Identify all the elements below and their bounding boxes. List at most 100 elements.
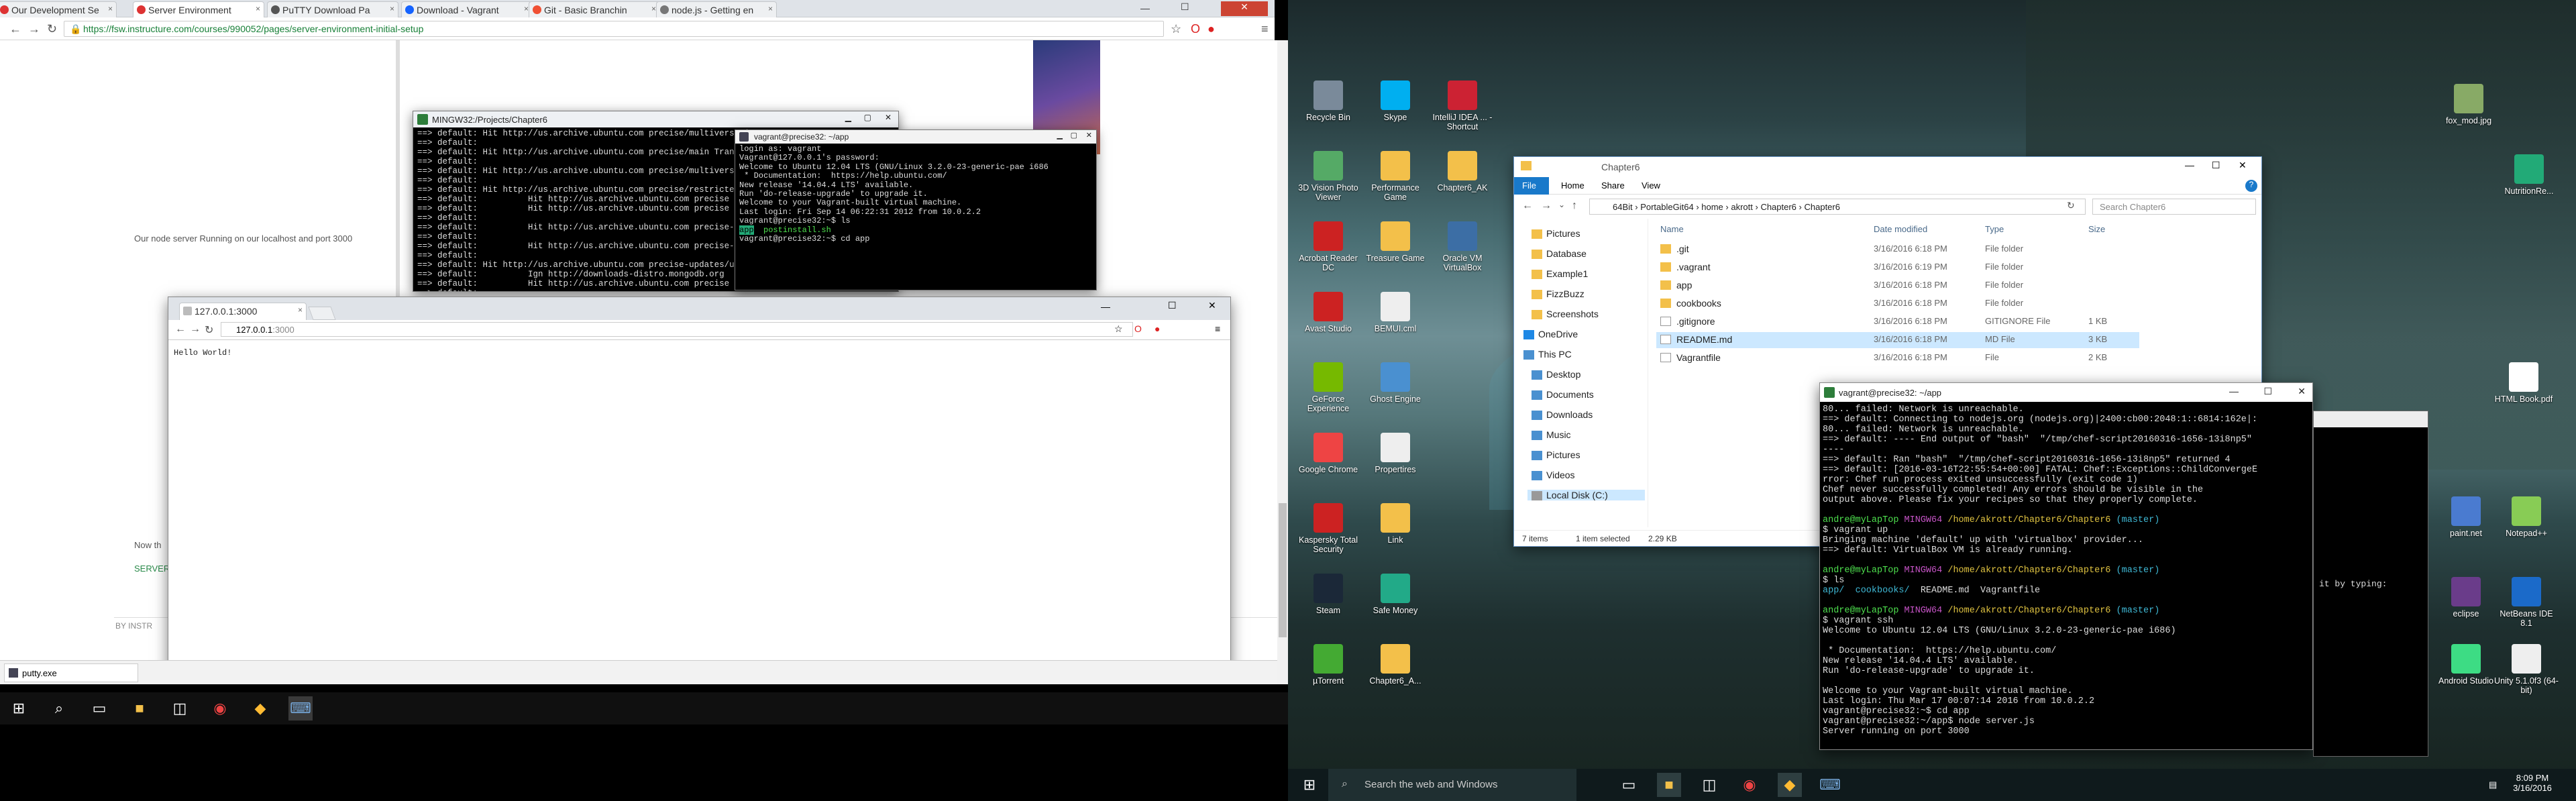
maximize-icon[interactable]: ☐ — [1181, 1, 1189, 13]
breadcrumb[interactable]: 64Bit › PortableGit64 › home › akrott › … — [1589, 199, 2086, 215]
desktop-icon[interactable]: HTML Book.pdf — [2490, 362, 2557, 404]
chrome-icon[interactable]: ◉ — [208, 696, 232, 720]
desktop-icon[interactable]: Chapter6_AK — [1429, 151, 1496, 193]
maximize-icon[interactable]: ▢ — [864, 113, 871, 122]
back-icon[interactable]: ← — [175, 323, 186, 335]
maximize-icon[interactable]: ▢ — [1071, 131, 1077, 140]
task-view-icon[interactable]: ▭ — [1617, 773, 1641, 797]
desktop-icon[interactable]: Chapter6_A... — [1362, 644, 1429, 686]
desktop-icon[interactable]: Google Chrome — [1295, 433, 1362, 474]
column-date[interactable]: Date modified — [1874, 224, 1927, 234]
new-tab-button[interactable] — [308, 307, 336, 320]
forward-icon[interactable]: → — [28, 22, 40, 36]
nav-item[interactable]: Example1 — [1527, 268, 1588, 279]
tab-localhost[interactable]: 127.0.0.1:3000 × — [179, 303, 307, 320]
clock[interactable]: 8:09 PM 3/16/2016 — [2502, 773, 2563, 793]
opera-icon[interactable]: O — [1191, 22, 1200, 36]
maximize-icon[interactable]: ☐ — [2212, 160, 2220, 171]
nav-item[interactable]: Pictures — [1527, 228, 1580, 239]
minimize-icon[interactable]: ▁ — [845, 113, 851, 122]
minimize-icon[interactable]: — — [1101, 301, 1110, 312]
desktop-icon[interactable]: Propertires — [1362, 433, 1429, 474]
tab-putty-download[interactable]: PuTTY Download Pa × — [267, 1, 398, 17]
desktop-icon[interactable]: IntelliJ IDEA ... - Shortcut — [1429, 81, 1496, 131]
desktop-icon[interactable]: Notepad++ — [2493, 496, 2560, 538]
windows-start-icon[interactable]: ⊞ — [1297, 773, 1322, 797]
chrome-icon[interactable]: ◉ — [1737, 773, 1762, 797]
desktop-icon[interactable]: Android Studio — [2432, 644, 2500, 686]
close-icon[interactable]: × — [390, 4, 394, 13]
nav-item[interactable]: Local Disk (C:) — [1527, 490, 1645, 500]
git-icon[interactable]: ◆ — [248, 696, 272, 720]
minimize-icon[interactable]: ▁ — [1057, 131, 1063, 140]
star-icon[interactable]: ☆ — [1114, 323, 1123, 335]
column-name[interactable]: Name — [1660, 224, 1684, 234]
forward-icon[interactable]: → — [190, 323, 201, 335]
maximize-icon[interactable]: ☐ — [1168, 300, 1177, 311]
back-icon[interactable]: ← — [9, 22, 21, 36]
desktop-icon[interactable]: GeForce Experience — [1295, 362, 1362, 413]
close-icon[interactable]: × — [298, 305, 303, 315]
desktop-icon[interactable]: Oracle VM VirtualBox — [1429, 221, 1496, 272]
nav-item[interactable]: Database — [1527, 248, 1587, 259]
search-icon[interactable]: ⌕ — [47, 696, 71, 720]
notifications-icon[interactable]: ▤ — [2489, 780, 2497, 790]
tab-git-branching[interactable]: Git - Basic Branchin × — [529, 1, 660, 17]
desktop-icon[interactable]: Treasure Game — [1362, 221, 1429, 263]
nav-item[interactable]: Music — [1527, 429, 1571, 440]
adblock-icon[interactable]: ● — [1155, 323, 1160, 334]
desktop-icon[interactable]: paint.net — [2432, 496, 2500, 538]
close-icon[interactable]: ✕ — [885, 113, 892, 122]
reload-icon[interactable]: ↻ — [205, 323, 213, 337]
desktop-icon[interactable]: Recycle Bin — [1295, 81, 1362, 122]
tab-our-development[interactable]: Our Development Se × — [0, 1, 117, 17]
tab-home[interactable]: Home — [1561, 180, 1585, 191]
store-icon[interactable]: ◫ — [1697, 773, 1721, 797]
desktop-icon[interactable]: 3D Vision Photo Viewer — [1295, 151, 1362, 202]
minimize-icon[interactable]: — — [2229, 386, 2239, 396]
nav-item[interactable]: Desktop — [1527, 369, 1580, 380]
putty-task-icon[interactable]: ⌨ — [1818, 773, 1842, 797]
file-row[interactable]: .vagrant 3/16/2016 6:19 PM File folder — [1656, 260, 2139, 276]
file-row[interactable]: README.md 3/16/2016 6:18 PM MD File 3 KB — [1656, 332, 2139, 348]
file-row[interactable]: .gitignore 3/16/2016 6:18 PM GITIGNORE Fil… — [1656, 314, 2139, 330]
maximize-icon[interactable]: ☐ — [2263, 386, 2272, 397]
desktop-icon[interactable]: Steam — [1295, 574, 1362, 615]
localhost-browser-window[interactable]: 127.0.0.1:3000 × — ☐ ✕ ← → ↻ 127.0.0.1:30… — [168, 297, 1231, 684]
file-row[interactable]: app 3/16/2016 6:18 PM File folder — [1656, 278, 2139, 294]
desktop-icon[interactable]: NutritionRe... — [2496, 154, 2563, 196]
desktop-icon[interactable]: Safe Money — [1362, 574, 1429, 615]
desktop-icon[interactable]: Performance Game — [1362, 151, 1429, 202]
close-icon[interactable]: ✕ — [2298, 386, 2306, 397]
reload-icon[interactable]: ↻ — [47, 22, 57, 36]
nav-item[interactable]: FizzBuzz — [1527, 288, 1585, 299]
forward-icon[interactable]: → — [1541, 200, 1552, 212]
file-row[interactable]: .git 3/16/2016 6:18 PM File folder — [1656, 242, 2139, 258]
close-window-button[interactable]: ✕ — [1221, 1, 1268, 16]
minimize-icon[interactable]: — — [2185, 160, 2194, 170]
desktop-icon[interactable]: Acrobat Reader DC — [1295, 221, 1362, 272]
putty-task-icon[interactable]: ⌨ — [288, 696, 313, 720]
file-row[interactable]: cookbooks 3/16/2016 6:18 PM File folder — [1656, 296, 2139, 312]
opera-icon[interactable]: O — [1134, 323, 1142, 334]
desktop-icon[interactable]: µTorrent — [1295, 644, 1362, 686]
tab-file[interactable]: File — [1514, 177, 1549, 195]
nav-item[interactable]: Pictures — [1527, 449, 1580, 460]
tab-download-vagrant[interactable]: Download - Vagrant × — [401, 1, 533, 17]
desktop-icon[interactable]: eclipse — [2432, 577, 2500, 619]
column-size[interactable]: Size — [2088, 224, 2105, 234]
star-icon[interactable]: ☆ — [1171, 22, 1181, 36]
search-box[interactable]: Search the web and Windows — [1328, 769, 1576, 801]
nav-item[interactable]: Downloads — [1527, 409, 1593, 420]
close-icon[interactable]: × — [524, 4, 529, 13]
git-bash-terminal-output[interactable]: 80... failed: Network is unreachable. ==>… — [1820, 402, 2312, 749]
close-icon[interactable]: × — [108, 4, 113, 13]
close-icon[interactable]: × — [651, 4, 656, 13]
refresh-icon[interactable]: ↻ — [2067, 200, 2075, 211]
minimize-icon[interactable]: — — [1140, 3, 1150, 13]
recent-icon[interactable]: ⌄ — [1558, 200, 1565, 209]
scrollbar-thumb[interactable] — [1279, 503, 1287, 637]
desktop-icon[interactable]: Avast Studio — [1295, 292, 1362, 333]
desktop-icon[interactable]: NetBeans IDE 8.1 — [2493, 577, 2560, 628]
putty-terminal-output[interactable]: login as: vagrant Vagrant@127.0.0.1's pas… — [735, 144, 1096, 290]
